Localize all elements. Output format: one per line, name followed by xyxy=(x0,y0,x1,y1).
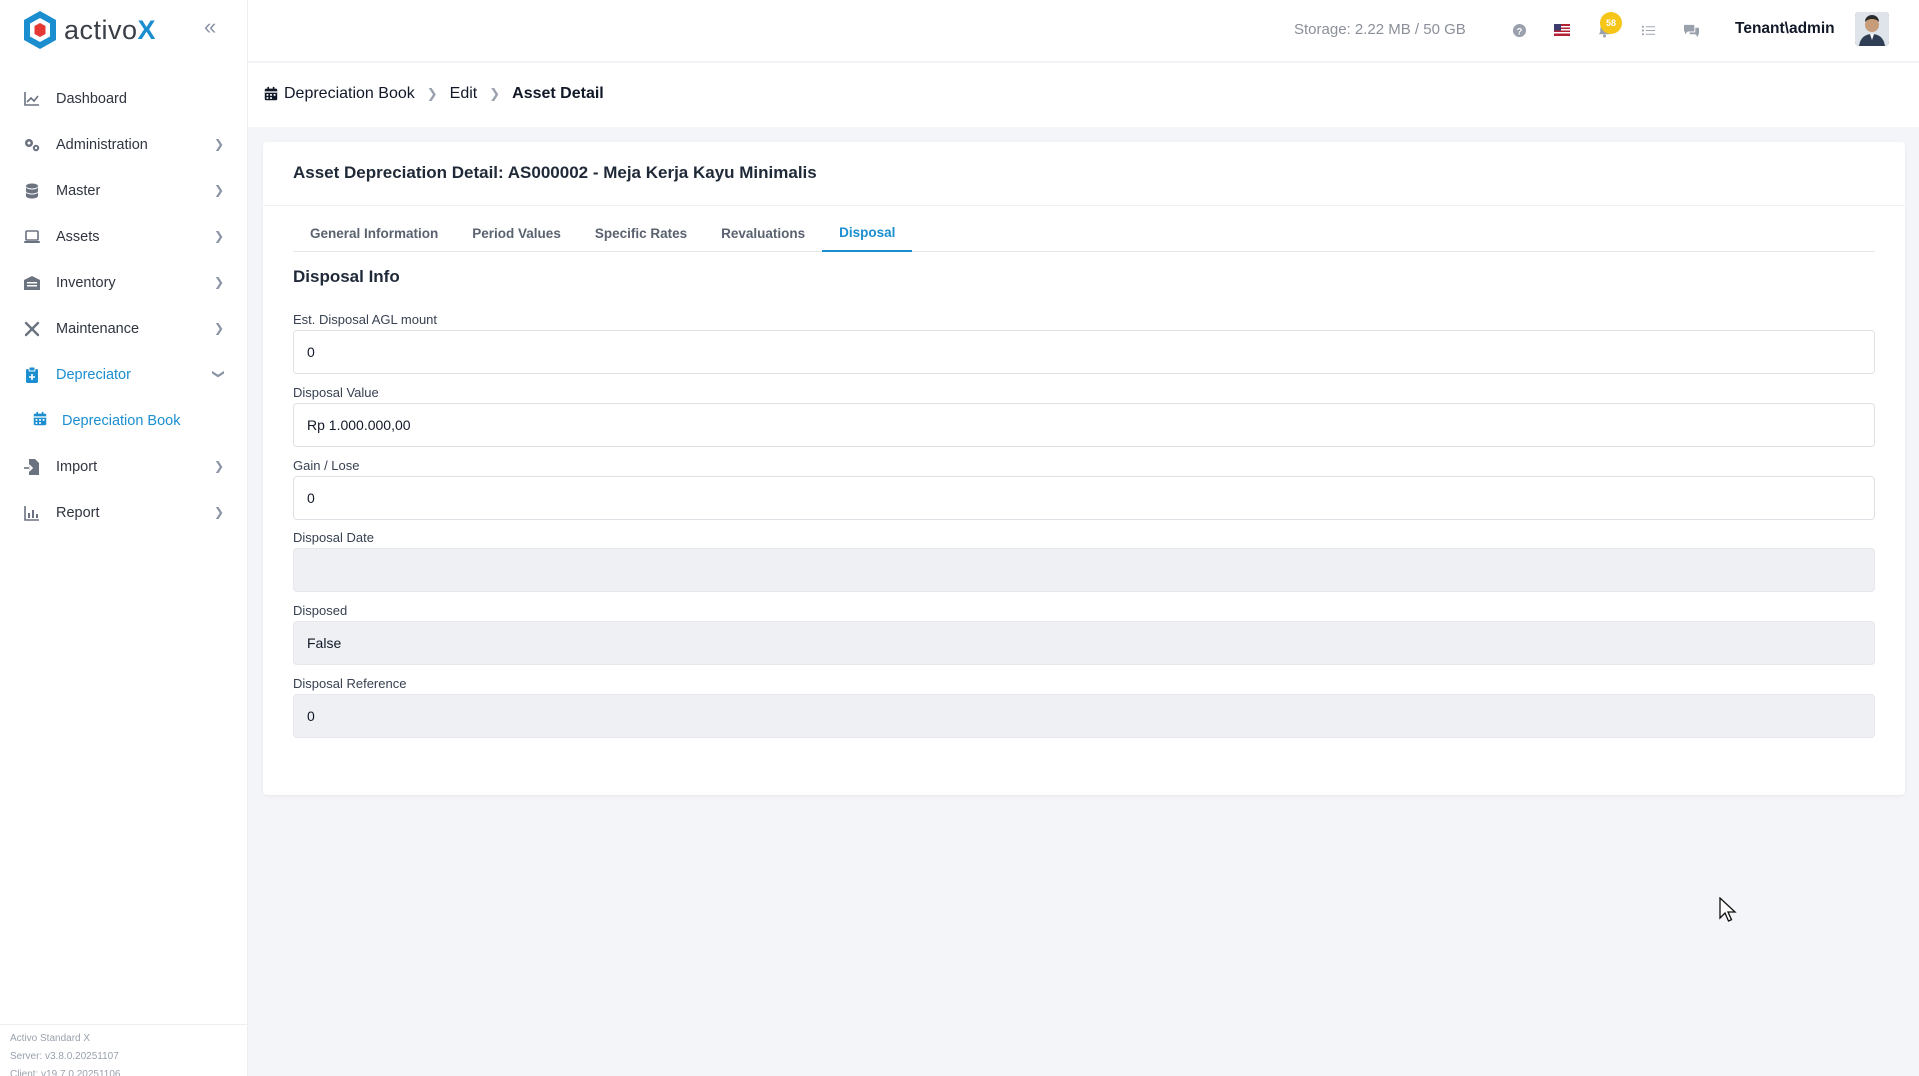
file-import-icon xyxy=(22,457,42,477)
sidebar-item-inventory[interactable]: Inventory ❯ xyxy=(0,260,248,306)
sidebar-subitem-depreciation-book[interactable]: Depreciation Book xyxy=(0,398,248,444)
sidebar-item-label: Assets xyxy=(56,229,100,245)
version-info: Activo Standard X Server: v3.8.0.2025110… xyxy=(0,1024,248,1076)
sidebar-item-master[interactable]: Master ❯ xyxy=(0,168,248,214)
edition-text: Activo Standard X xyxy=(10,1033,91,1044)
chart-line-icon xyxy=(22,89,42,109)
disposed-field: Disposed xyxy=(293,603,1875,665)
chevron-right-icon: ❯ xyxy=(213,275,224,289)
language-flag-icon[interactable] xyxy=(1552,20,1572,40)
avatar[interactable] xyxy=(1855,12,1889,46)
disposal-value-field: Disposal Value xyxy=(293,385,1875,447)
gain-lose-field: Gain / Lose xyxy=(293,458,1875,520)
field-label: Gain / Lose xyxy=(293,458,360,473)
breadcrumb-depreciation-book[interactable]: Depreciation Book xyxy=(284,85,415,103)
laptop-icon xyxy=(22,227,42,247)
sidebar-item-label: Import xyxy=(56,459,98,475)
field-label: Disposed xyxy=(293,603,348,618)
app-logo[interactable]: activoX xyxy=(22,10,156,50)
sidebar-item-label: Inventory xyxy=(56,275,116,291)
bar-chart-icon xyxy=(22,503,42,523)
sidebar: activoX « Dashboard Administration ❯ Mas… xyxy=(0,0,248,1076)
disposal-date-field: Disposal Date xyxy=(293,530,1875,592)
chevron-down-icon: ❯ xyxy=(211,368,226,380)
field-label: Est. Disposal AGL mount xyxy=(293,312,438,327)
tools-icon xyxy=(22,319,42,339)
sidebar-item-maintenance[interactable]: Maintenance ❯ xyxy=(0,306,248,352)
page-title: Asset Depreciation Detail: AS000002 - Me… xyxy=(293,163,817,182)
sidebar-item-report[interactable]: Report ❯ xyxy=(0,490,248,536)
database-icon xyxy=(22,181,42,201)
section-title: Disposal Info xyxy=(293,267,400,286)
disposal-value-input[interactable] xyxy=(293,403,1875,447)
notification-count-badge: 58 xyxy=(1600,12,1622,34)
disposal-reference-input xyxy=(293,694,1875,738)
client-version-text: Client: v19.7.0.20251106 xyxy=(10,1069,121,1076)
collapse-sidebar-button[interactable]: « xyxy=(204,16,224,40)
svg-text:?: ? xyxy=(1516,26,1522,36)
sidebar-item-label: Depreciator xyxy=(56,367,131,383)
field-label: Disposal Reference xyxy=(293,676,407,691)
chat-icon[interactable] xyxy=(1681,20,1701,40)
calendar-icon xyxy=(32,411,48,432)
help-icon[interactable]: ? xyxy=(1509,20,1529,40)
chevron-right-icon: ❯ xyxy=(213,137,224,151)
user-name[interactable]: Tenant\admin xyxy=(1735,20,1835,38)
warehouse-icon xyxy=(22,273,42,293)
breadcrumb: Depreciation Book ❯ Edit ❯ Asset Detail xyxy=(263,85,604,103)
card-header: Asset Depreciation Detail: AS000002 - Me… xyxy=(263,142,1905,206)
tab-general-information[interactable]: General Information xyxy=(293,218,455,252)
chevron-right-icon: ❯ xyxy=(213,505,224,519)
asset-detail-card: Asset Depreciation Detail: AS000002 - Me… xyxy=(263,142,1905,795)
field-label: Disposal Date xyxy=(293,530,374,545)
sidebar-nav: Dashboard Administration ❯ Master ❯ Asse… xyxy=(0,76,248,536)
tab-disposal[interactable]: Disposal xyxy=(822,218,913,252)
sidebar-item-label: Master xyxy=(56,183,101,199)
breadcrumb-bar: Depreciation Book ❯ Edit ❯ Asset Detail xyxy=(248,63,1919,127)
gain-lose-input[interactable] xyxy=(293,476,1875,520)
field-label: Disposal Value xyxy=(293,385,379,400)
chevron-right-icon: ❯ xyxy=(213,183,224,197)
tab-revaluations[interactable]: Revaluations xyxy=(704,218,822,252)
sidebar-item-dashboard[interactable]: Dashboard xyxy=(0,76,248,122)
sidebar-item-label: Administration xyxy=(56,137,148,153)
task-list-icon[interactable] xyxy=(1638,20,1658,40)
top-bar: Storage: 2.22 MB / 50 GB ? 58 Tenant\adm… xyxy=(248,0,1919,62)
breadcrumb-edit[interactable]: Edit xyxy=(450,85,478,103)
sidebar-subitem-label: Depreciation Book xyxy=(62,413,181,429)
sidebar-item-label: Maintenance xyxy=(56,321,140,337)
chevron-right-icon: ❯ xyxy=(213,459,224,473)
est-disposal-amount-input[interactable] xyxy=(293,330,1875,374)
est-disposal-amount-field: Est. Disposal AGL mount xyxy=(293,312,1875,374)
clipboard-icon xyxy=(22,365,42,385)
sidebar-item-assets[interactable]: Assets ❯ xyxy=(0,214,248,260)
sidebar-item-depreciator[interactable]: Depreciator ❯ xyxy=(0,352,248,398)
sidebar-item-label: Dashboard xyxy=(56,91,127,107)
disposal-date-input xyxy=(293,548,1875,592)
sidebar-item-administration[interactable]: Administration ❯ xyxy=(0,122,248,168)
mouse-cursor-icon xyxy=(1719,897,1737,922)
tab-period-values[interactable]: Period Values xyxy=(455,218,578,252)
sidebar-item-label: Report xyxy=(56,505,100,521)
gears-icon xyxy=(22,135,42,155)
brand-name: activoX xyxy=(64,14,157,45)
calendar-icon xyxy=(263,86,279,102)
chevron-right-icon: ❯ xyxy=(213,229,224,243)
disposed-input xyxy=(293,621,1875,665)
breadcrumb-asset-detail: Asset Detail xyxy=(512,85,604,102)
server-version-text: Server: v3.8.0.20251107 xyxy=(10,1051,119,1062)
chevron-right-icon: ❯ xyxy=(489,86,501,101)
chevron-right-icon: ❯ xyxy=(426,86,438,101)
tab-bar: General Information Period Values Specif… xyxy=(293,218,1875,252)
logo-hexagon-icon xyxy=(24,11,56,49)
disposal-reference-field: Disposal Reference xyxy=(293,676,1875,738)
chevron-right-icon: ❯ xyxy=(213,321,224,335)
tab-specific-rates[interactable]: Specific Rates xyxy=(578,218,704,252)
storage-usage: Storage: 2.22 MB / 50 GB xyxy=(1294,21,1466,38)
sidebar-item-import[interactable]: Import ❯ xyxy=(0,444,248,490)
